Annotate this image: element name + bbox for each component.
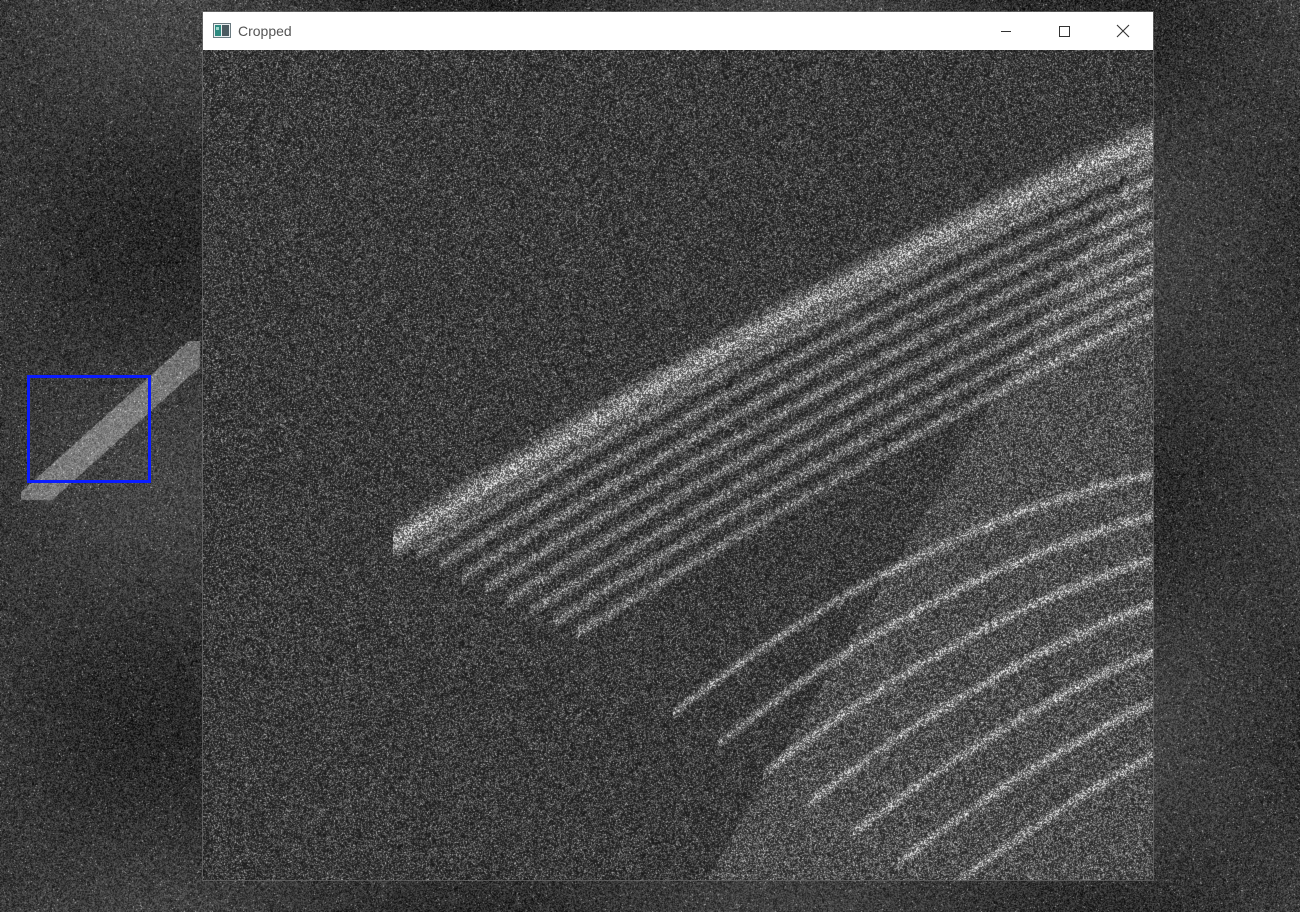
image-app-icon (213, 23, 231, 38)
cropped-window: Cropped (203, 12, 1153, 880)
window-title: Cropped (238, 23, 292, 39)
cropped-radar-image (203, 50, 1153, 880)
selection-rectangle[interactable] (27, 375, 151, 483)
minimize-button[interactable] (977, 12, 1035, 50)
image-viewport[interactable] (203, 50, 1153, 880)
maximize-icon (1059, 26, 1070, 37)
title-bar[interactable]: Cropped (203, 12, 1153, 50)
maximize-button[interactable] (1035, 12, 1093, 50)
close-icon (1116, 24, 1130, 38)
desktop: Cropped (0, 0, 1300, 912)
minimize-icon (1001, 31, 1011, 32)
close-button[interactable] (1093, 12, 1153, 50)
